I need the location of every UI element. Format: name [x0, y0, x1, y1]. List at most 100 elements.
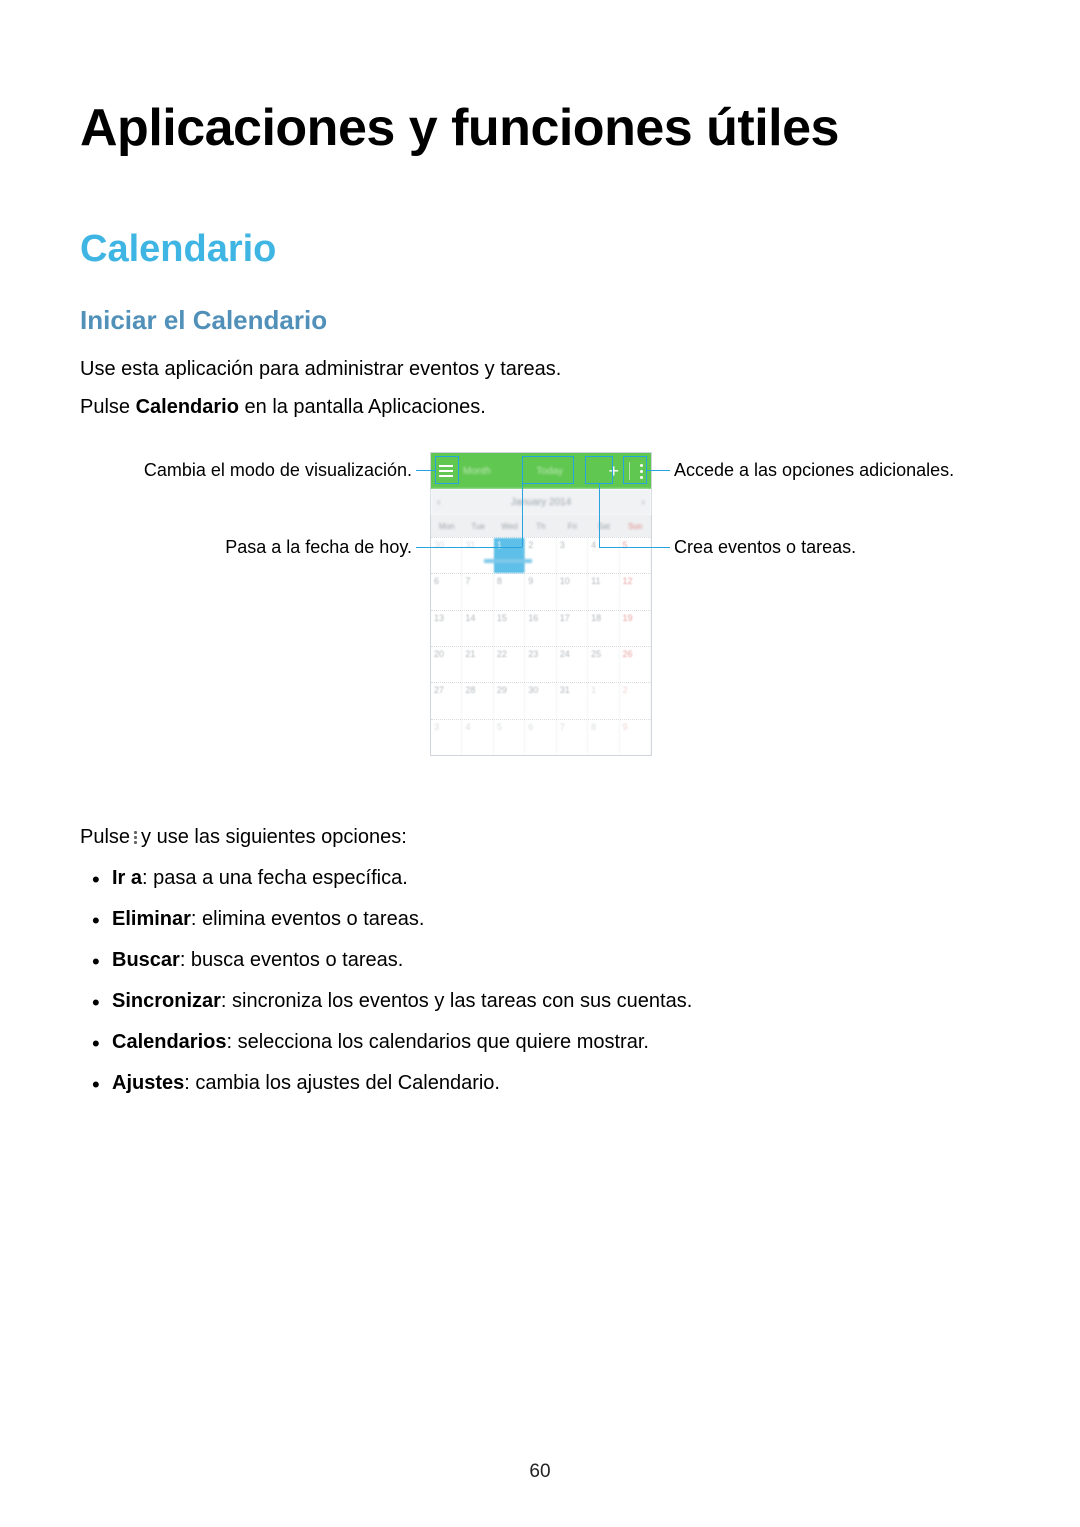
calendar-cell: 7 [462, 574, 493, 609]
label-today: Pasa a la fecha de hoy. [200, 537, 412, 558]
day-of-week-row: MonTueWedThFriSatSun [431, 515, 651, 537]
dow-cell: Sat [588, 515, 619, 537]
calendar-cell: 3 [431, 720, 462, 755]
calendar-cell: 18 [588, 611, 619, 646]
calendar-cell: 6 [431, 574, 462, 609]
option-rest: : cambia los ajustes del Calendario. [184, 1072, 500, 1094]
month-year-label: January 2014 [511, 497, 572, 508]
calendar-cell: 7 [557, 720, 588, 755]
dow-cell: Tue [462, 515, 493, 537]
calendar-cell: 23 [525, 647, 556, 682]
calendar-cell: 8 [494, 574, 525, 609]
calendar-cell: 29 [494, 683, 525, 718]
chevron-left-icon: ‹ [437, 497, 440, 508]
dow-cell: Mon [431, 515, 462, 537]
intro2-pre: Pulse [80, 396, 136, 418]
calendar-cell: 20 [431, 647, 462, 682]
calendar-row: 303112345 [431, 537, 651, 573]
page-number: 60 [0, 1461, 1080, 1483]
subsection-heading: Iniciar el Calendario [80, 305, 1000, 336]
intro2-post: en la pantalla Aplicaciones. [239, 396, 486, 418]
calendar-cell: 13 [431, 611, 462, 646]
intro-paragraph-1: Use esta aplicación para administrar eve… [80, 354, 1000, 384]
option-item: Ajustes: cambia los ajustes del Calendar… [112, 1067, 1000, 1100]
option-rest: : pasa a una fecha específica. [142, 867, 408, 889]
option-bold: Ir a [112, 867, 142, 889]
calendar-cell: 1 [494, 538, 525, 573]
option-item: Buscar: busca eventos o tareas. [112, 944, 1000, 977]
options-list: Ir a: pasa a una fecha específica. Elimin… [80, 862, 1000, 1100]
label-create: Crea eventos o tareas. [674, 537, 856, 558]
calendar-cell: 15 [494, 611, 525, 646]
calendar-cell: 8 [588, 720, 619, 755]
calendar-cell: 1 [588, 683, 619, 718]
section-heading: Calendario [80, 228, 1000, 271]
calendar-cell: 12 [620, 574, 651, 609]
calendar-cell: 27 [431, 683, 462, 718]
calendar-cell: 2 [525, 538, 556, 573]
dow-cell: Th [525, 515, 556, 537]
calendar-cell: 30 [525, 683, 556, 718]
more-icon-inline [134, 831, 137, 844]
calendar-cell: 31 [462, 538, 493, 573]
calendar-cell: 21 [462, 647, 493, 682]
intro-paragraph-2: Pulse Calendario en la pantalla Aplicaci… [80, 392, 1000, 422]
option-item: Eliminar: elimina eventos o tareas. [112, 903, 1000, 936]
line-more [647, 470, 670, 471]
view-mode-label: Month [463, 466, 491, 477]
option-item: Ir a: pasa a una fecha específica. [112, 862, 1000, 895]
calendar-cell: 2 [620, 683, 651, 718]
option-item: Sincronizar: sincroniza los eventos y la… [112, 985, 1000, 1018]
option-rest: : busca eventos o tareas. [180, 949, 403, 971]
line-viewmode [416, 470, 435, 471]
options-intro-pre: Pulse [80, 822, 130, 852]
option-item: Calendarios: selecciona los calendarios … [112, 1026, 1000, 1059]
calendar-grid: 3031123456789101112131415161718192021222… [431, 537, 651, 755]
calendar-cell: 17 [557, 611, 588, 646]
line-create [599, 547, 670, 548]
calendar-cell: 11 [588, 574, 619, 609]
calendar-cell: 19 [620, 611, 651, 646]
line-create-v [599, 484, 600, 547]
calendar-diagram: Month Today + ‹ January 2014 › MonTueWed… [80, 452, 1000, 782]
option-bold: Calendarios [112, 1031, 226, 1053]
highlight-today [522, 456, 574, 484]
calendar-cell: 5 [494, 720, 525, 755]
calendar-cell: 3 [557, 538, 588, 573]
chevron-right-icon: › [642, 497, 645, 508]
calendar-month-nav: ‹ January 2014 › [431, 489, 651, 515]
calendar-cell: 9 [525, 574, 556, 609]
label-more: Accede a las opciones adicionales. [674, 460, 954, 481]
calendar-row: 3456789 [431, 719, 651, 755]
label-viewmode: Cambia el modo de visualización. [100, 460, 412, 481]
dow-cell: Sun [620, 515, 651, 537]
calendar-cell: 9 [620, 720, 651, 755]
calendar-row: 13141516171819 [431, 610, 651, 646]
highlight-viewmode [435, 456, 459, 484]
calendar-cell: 5 [620, 538, 651, 573]
calendar-cell: 4 [588, 538, 619, 573]
highlight-plus [585, 456, 613, 484]
option-rest: : selecciona los calendarios que quiere … [226, 1031, 648, 1053]
line-today-v [522, 484, 523, 547]
calendar-cell: 16 [525, 611, 556, 646]
calendar-cell: 28 [462, 683, 493, 718]
highlight-more [623, 456, 647, 484]
option-rest: : sincroniza los eventos y las tareas co… [221, 990, 692, 1012]
option-bold: Eliminar [112, 908, 191, 930]
calendar-cell: 6 [525, 720, 556, 755]
dow-cell: Wed [494, 515, 525, 537]
calendar-cell: 24 [557, 647, 588, 682]
option-rest: : elimina eventos o tareas. [191, 908, 424, 930]
calendar-row: 272829303112 [431, 682, 651, 718]
calendar-cell: 22 [494, 647, 525, 682]
calendar-cell: 26 [620, 647, 651, 682]
calendar-cell: 14 [462, 611, 493, 646]
calendar-row: 20212223242526 [431, 646, 651, 682]
options-intro: Pulse y use las siguientes opciones: [80, 822, 1000, 852]
calendar-cell: 10 [557, 574, 588, 609]
intro2-bold: Calendario [136, 396, 239, 418]
dow-cell: Fri [557, 515, 588, 537]
calendar-cell: 31 [557, 683, 588, 718]
calendar-screenshot: Month Today + ‹ January 2014 › MonTueWed… [430, 452, 652, 756]
